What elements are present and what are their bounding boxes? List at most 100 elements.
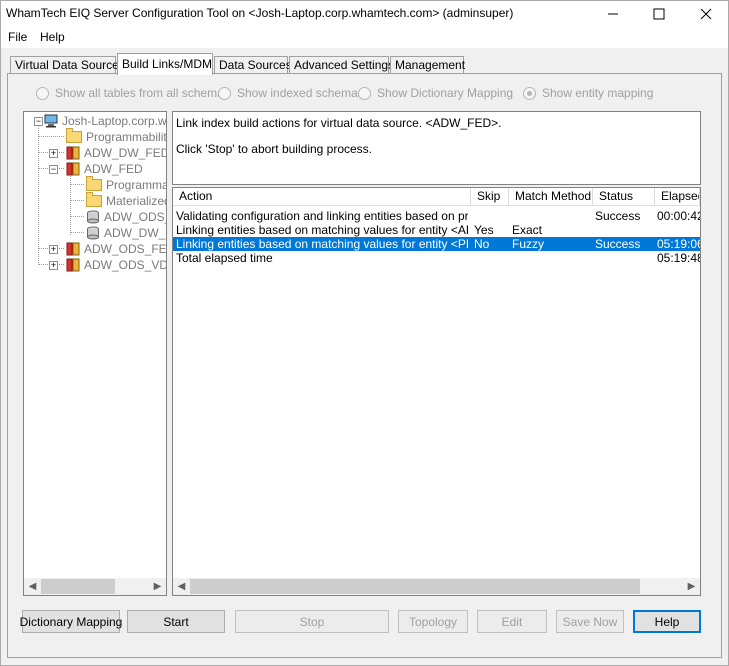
maximize-button[interactable] (636, 0, 682, 28)
radio-label: Show indexed schemas (237, 86, 364, 100)
radio-show-entity-mapping[interactable]: Show entity mapping (523, 86, 653, 100)
collapse-toggle[interactable]: − (34, 117, 43, 126)
radio-circle-checked (523, 86, 536, 100)
help-button[interactable]: Help (633, 610, 701, 633)
tab-virtual-data-sources[interactable]: Virtual Data Sources (10, 56, 125, 74)
topology-button[interactable]: Topology (398, 610, 468, 633)
close-icon (700, 8, 712, 20)
radio-label: Show Dictionary Mapping (377, 86, 514, 100)
close-button[interactable] (683, 0, 729, 28)
cell-skip: Yes (474, 223, 494, 237)
scroll-left-arrow-icon[interactable]: ◀ (173, 578, 190, 595)
scroll-thumb[interactable] (190, 579, 640, 594)
database-icon (66, 258, 80, 272)
table-row[interactable]: Linking entities based on matching value… (173, 223, 700, 237)
stop-button[interactable]: Stop (235, 610, 389, 633)
radio-circle (36, 86, 49, 100)
tree-node-materialized-views[interactable]: Materialized Views (86, 192, 167, 209)
cell-elapsed: 05:19:48 (657, 251, 701, 265)
column-action[interactable]: Action (173, 188, 471, 205)
tree-node-adw-dw-src[interactable]: ADW_DW_SRC (86, 225, 166, 241)
cell-elapsed: 00:00:42 (657, 209, 701, 223)
folder-icon (86, 192, 102, 207)
tree-node-label: ADW_ODS_FED (84, 242, 167, 256)
tree-line (70, 184, 84, 185)
radio-circle (218, 86, 231, 100)
radio-circle (358, 86, 371, 100)
tree-node-adw-fed[interactable]: ADW_FED (66, 161, 143, 177)
menu-file[interactable]: File (4, 29, 31, 45)
minimize-icon (608, 13, 618, 15)
collapse-toggle[interactable]: − (49, 165, 58, 174)
computer-icon (44, 114, 58, 128)
tree-node-server[interactable]: Josh-Laptop.corp.whamtech.com (44, 113, 167, 129)
tab-build-links-mdm[interactable]: Build Links/MDM (117, 53, 213, 75)
database-icon (66, 242, 80, 256)
info-line-1: Link index build actions for virtual dat… (176, 116, 502, 130)
actions-list[interactable]: Action Skip Match Method Status Elapsed … (172, 187, 701, 596)
tree-node-adw-ods-src[interactable]: ADW_ODS_SRC (86, 209, 166, 225)
table-row-selected[interactable]: Linking entities based on matching value… (173, 237, 700, 251)
menu-help[interactable]: Help (36, 29, 69, 45)
schema-tree[interactable]: − Josh-Laptop.corp.whamtech.com Programm… (23, 111, 167, 596)
tree-node-label: ADW_DW_SRC (104, 226, 166, 240)
menu-bar (0, 28, 729, 48)
tree-line (38, 126, 39, 265)
tab-management[interactable]: Management (390, 56, 465, 74)
folder-icon (86, 176, 102, 191)
column-status[interactable]: Status (593, 188, 655, 205)
radio-show-all-tables[interactable]: Show all tables from all schemas (36, 86, 230, 100)
column-elapsed[interactable]: Elapsed (655, 188, 700, 205)
tree-node-label: Josh-Laptop.corp.whamtech.com (62, 114, 167, 128)
edit-button[interactable]: Edit (477, 610, 547, 633)
column-match-method[interactable]: Match Method (509, 188, 593, 205)
tree-node-adw-ods-vds[interactable]: ADW_ODS_VDS (66, 257, 166, 273)
radio-show-dictionary-mapping[interactable]: Show Dictionary Mapping (358, 86, 513, 100)
scroll-right-arrow-icon[interactable]: ▶ (149, 578, 166, 595)
table-row[interactable]: Validating configuration and linking ent… (173, 209, 700, 223)
column-skip[interactable]: Skip (471, 188, 509, 205)
tree-node-label: Programmability (86, 130, 167, 144)
cell-method: Exact (512, 223, 543, 237)
expand-toggle[interactable]: + (49, 245, 58, 254)
cell-status: Success (595, 209, 641, 223)
info-line-2: Click 'Stop' to abort building process. (176, 142, 373, 156)
tree-line (70, 200, 84, 201)
tree-horizontal-scrollbar[interactable]: ◀ ▶ (24, 578, 166, 595)
folder-icon (66, 128, 82, 143)
save-now-button[interactable]: Save Now (556, 610, 624, 633)
list-horizontal-scrollbar[interactable]: ◀ ▶ (173, 578, 700, 595)
tree-node-label: Materialized Views (106, 194, 167, 208)
datasource-icon (87, 226, 99, 240)
database-icon (66, 146, 80, 160)
tree-node-label: Programmability (106, 178, 166, 192)
maximize-icon (653, 8, 665, 20)
dictionary-mapping-button[interactable]: Dictionary Mapping (20, 610, 122, 633)
expand-toggle[interactable]: + (49, 149, 58, 158)
tab-advanced-settings[interactable]: Advanced Settings (289, 56, 394, 74)
tree-node-programmability-child[interactable]: Programmability (86, 176, 166, 193)
window-title: WhamTech EIQ Server Configuration Tool o… (6, 6, 514, 20)
table-row[interactable]: Total elapsed time 05:19:48 (173, 251, 700, 265)
datasource-icon (87, 210, 99, 224)
scroll-thumb[interactable] (41, 579, 115, 594)
expand-toggle[interactable]: + (49, 261, 58, 270)
cell-method: Fuzzy (512, 237, 545, 251)
tree-line (38, 136, 64, 137)
radio-show-indexed-schemas[interactable]: Show indexed schemas (218, 86, 364, 100)
tab-data-sources[interactable]: Data Sources (214, 56, 292, 74)
tree-node-programmability[interactable]: Programmability (66, 128, 167, 145)
cell-action: Linking entities based on matching value… (176, 237, 468, 251)
tree-node-adw-dw-fed[interactable]: ADW_DW_FED (66, 145, 167, 161)
tree-node-label: ADW_DW_FED (84, 146, 167, 160)
info-panel: Link index build actions for virtual dat… (172, 111, 701, 185)
database-icon (66, 162, 80, 176)
list-header: Action Skip Match Method Status Elapsed (173, 188, 700, 206)
tree-node-label: ADW_ODS_SRC (104, 210, 166, 224)
minimize-button[interactable] (590, 0, 636, 28)
cell-skip: No (474, 237, 490, 251)
start-button[interactable]: Start (127, 610, 225, 633)
scroll-left-arrow-icon[interactable]: ◀ (24, 578, 41, 595)
tree-node-adw-ods-fed[interactable]: ADW_ODS_FED (66, 241, 167, 257)
scroll-right-arrow-icon[interactable]: ▶ (683, 578, 700, 595)
